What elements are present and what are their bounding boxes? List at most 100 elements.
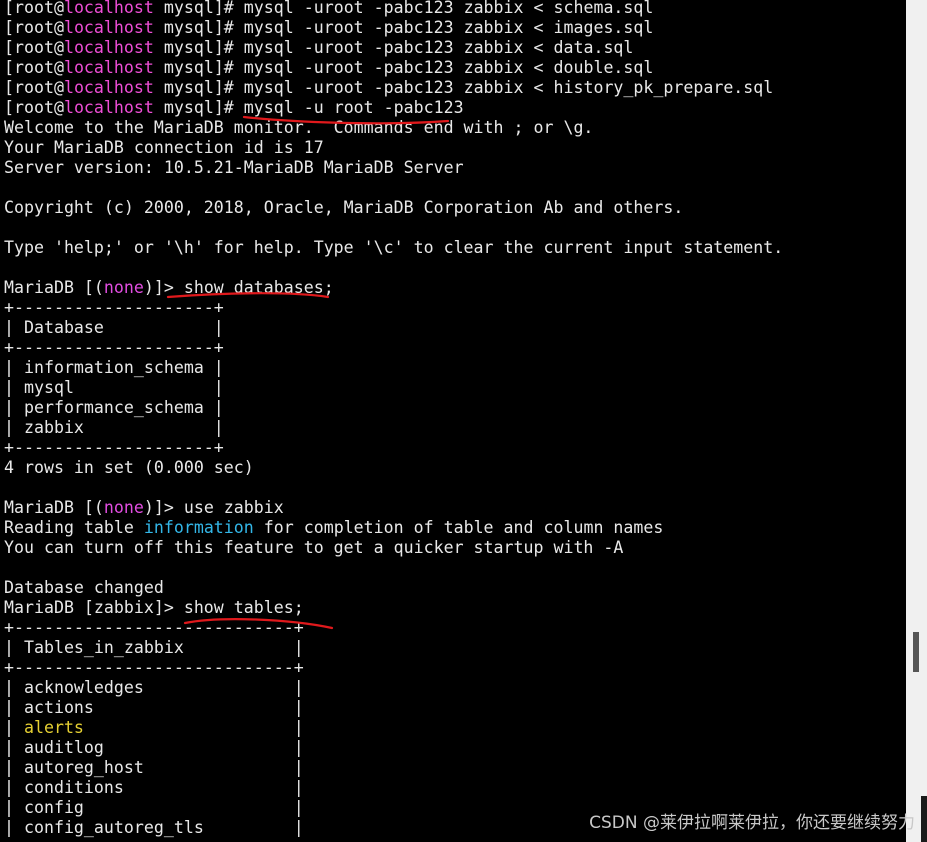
terminal-line: | information_schema | xyxy=(4,358,783,378)
terminal-line: | Database | xyxy=(4,318,783,338)
terminal-line: | conditions | xyxy=(4,778,783,798)
highlight-host: localhost xyxy=(63,98,154,117)
terminal-line: Reading table information for completion… xyxy=(4,518,783,538)
terminal-line: +--------------------+ xyxy=(4,298,783,318)
line-text: | auditlog | xyxy=(4,738,304,757)
line-text: for completion of table and column names xyxy=(253,518,664,537)
line-text: mysql]# mysql -u root -pabc123 xyxy=(153,98,464,117)
terminal-line: | alerts | xyxy=(4,718,783,738)
line-text: Reading table xyxy=(4,518,144,537)
terminal-output: [root@localhost mysql]# mysql -uroot -pa… xyxy=(4,0,783,838)
line-text: | mysql | xyxy=(4,378,224,397)
terminal-line: [root@localhost mysql]# mysql -uroot -pa… xyxy=(4,78,783,98)
highlight-none: none xyxy=(103,278,144,297)
line-text: MariaDB [( xyxy=(4,278,104,297)
terminal-line: | mysql | xyxy=(4,378,783,398)
highlight-host: localhost xyxy=(63,0,154,17)
terminal-window[interactable]: [root@localhost mysql]# mysql -uroot -pa… xyxy=(0,0,906,842)
terminal-line: Welcome to the MariaDB monitor. Commands… xyxy=(4,118,783,138)
line-text: +----------------------------+ xyxy=(4,618,304,637)
terminal-line: Copyright (c) 2000, 2018, Oracle, MariaD… xyxy=(4,198,783,218)
line-text: | xyxy=(4,718,24,737)
terminal-line: | performance_schema | xyxy=(4,398,783,418)
line-text: | Tables_in_zabbix | xyxy=(4,638,304,657)
line-text: You can turn off this feature to get a q… xyxy=(4,538,624,557)
line-text: | config_autoreg_tls | xyxy=(4,818,304,837)
highlight-none: none xyxy=(103,498,144,517)
line-text: | actions | xyxy=(4,698,304,717)
line-text: mysql]# mysql -uroot -pabc123 zabbix < h… xyxy=(153,78,774,97)
line-text: +--------------------+ xyxy=(4,298,224,317)
line-text: | config | xyxy=(4,798,304,817)
line-text: Type 'help;' or '\h' for help. Type '\c'… xyxy=(4,238,784,257)
terminal-line: Type 'help;' or '\h' for help. Type '\c'… xyxy=(4,238,783,258)
terminal-line: You can turn off this feature to get a q… xyxy=(4,538,783,558)
line-text: mysql]# mysql -uroot -pabc123 zabbix < s… xyxy=(153,0,654,17)
terminal-line: Database changed xyxy=(4,578,783,598)
terminal-line: Your MariaDB connection id is 17 xyxy=(4,138,783,158)
line-text: )]> use zabbix xyxy=(143,498,284,517)
line-text: Database changed xyxy=(4,578,164,597)
terminal-line: [root@localhost mysql]# mysql -uroot -pa… xyxy=(4,18,783,38)
line-text: +----------------------------+ xyxy=(4,658,304,677)
line-text: | Database | xyxy=(4,318,224,337)
line-text: MariaDB [( xyxy=(4,498,104,517)
terminal-line: 4 rows in set (0.000 sec) xyxy=(4,458,783,478)
line-text: Welcome to the MariaDB monitor. Commands… xyxy=(4,118,594,137)
watermark: CSDN @莱伊拉啊莱伊拉，你还要继续努力 xyxy=(589,813,915,833)
highlight-host: localhost xyxy=(63,58,154,77)
terminal-line: +--------------------+ xyxy=(4,438,783,458)
terminal-line: | actions | xyxy=(4,698,783,718)
terminal-line: MariaDB [(none)]> use zabbix xyxy=(4,498,783,518)
line-text: [root@ xyxy=(4,0,64,17)
line-text: +--------------------+ xyxy=(4,338,224,357)
line-text: | xyxy=(83,718,304,737)
line-text: [root@ xyxy=(4,58,64,77)
terminal-line: [root@localhost mysql]# mysql -uroot -pa… xyxy=(4,58,783,78)
highlight-alerts: alerts xyxy=(23,718,84,737)
terminal-line: | autoreg_host | xyxy=(4,758,783,778)
terminal-line: | acknowledges | xyxy=(4,678,783,698)
terminal-line: | zabbix | xyxy=(4,418,783,438)
highlight-info: information xyxy=(143,518,254,537)
terminal-line: +----------------------------+ xyxy=(4,618,783,638)
line-text: mysql]# mysql -uroot -pabc123 zabbix < d… xyxy=(153,58,654,77)
line-text: [root@ xyxy=(4,98,64,117)
terminal-line: [root@localhost mysql]# mysql -uroot -pa… xyxy=(4,0,783,18)
terminal-line: Server version: 10.5.21-MariaDB MariaDB … xyxy=(4,158,783,178)
terminal-line: MariaDB [(none)]> show databases; xyxy=(4,278,783,298)
terminal-line: +----------------------------+ xyxy=(4,658,783,678)
line-text: mysql]# mysql -uroot -pabc123 zabbix < i… xyxy=(153,18,654,37)
highlight-host: localhost xyxy=(63,38,154,57)
line-text: | information_schema | xyxy=(4,358,224,377)
line-text: mysql]# mysql -uroot -pabc123 zabbix < d… xyxy=(153,38,634,57)
line-text: +--------------------+ xyxy=(4,438,224,457)
terminal-line: MariaDB [zabbix]> show tables; xyxy=(4,598,783,618)
terminal-line: +--------------------+ xyxy=(4,338,783,358)
line-text: Copyright (c) 2000, 2018, Oracle, MariaD… xyxy=(4,198,684,217)
scrollbar-thumb[interactable] xyxy=(913,632,919,672)
vertical-scrollbar[interactable] xyxy=(906,0,927,842)
line-text: [root@ xyxy=(4,78,64,97)
line-text: | autoreg_host | xyxy=(4,758,304,777)
terminal-line: [root@localhost mysql]# mysql -u root -p… xyxy=(4,98,783,118)
line-text: )]> show databases; xyxy=(143,278,334,297)
line-text: [root@ xyxy=(4,38,64,57)
terminal-line: | auditlog | xyxy=(4,738,783,758)
line-text: | performance_schema | xyxy=(4,398,224,417)
line-text: Your MariaDB connection id is 17 xyxy=(4,138,324,157)
line-text: | zabbix | xyxy=(4,418,224,437)
highlight-host: localhost xyxy=(63,78,154,97)
terminal-line: [root@localhost mysql]# mysql -uroot -pa… xyxy=(4,38,783,58)
window-edge xyxy=(921,796,927,842)
line-text: MariaDB [zabbix]> show tables; xyxy=(4,598,304,617)
line-text: | acknowledges | xyxy=(4,678,304,697)
highlight-host: localhost xyxy=(63,18,154,37)
line-text: [root@ xyxy=(4,18,64,37)
line-text: Server version: 10.5.21-MariaDB MariaDB … xyxy=(4,158,464,177)
